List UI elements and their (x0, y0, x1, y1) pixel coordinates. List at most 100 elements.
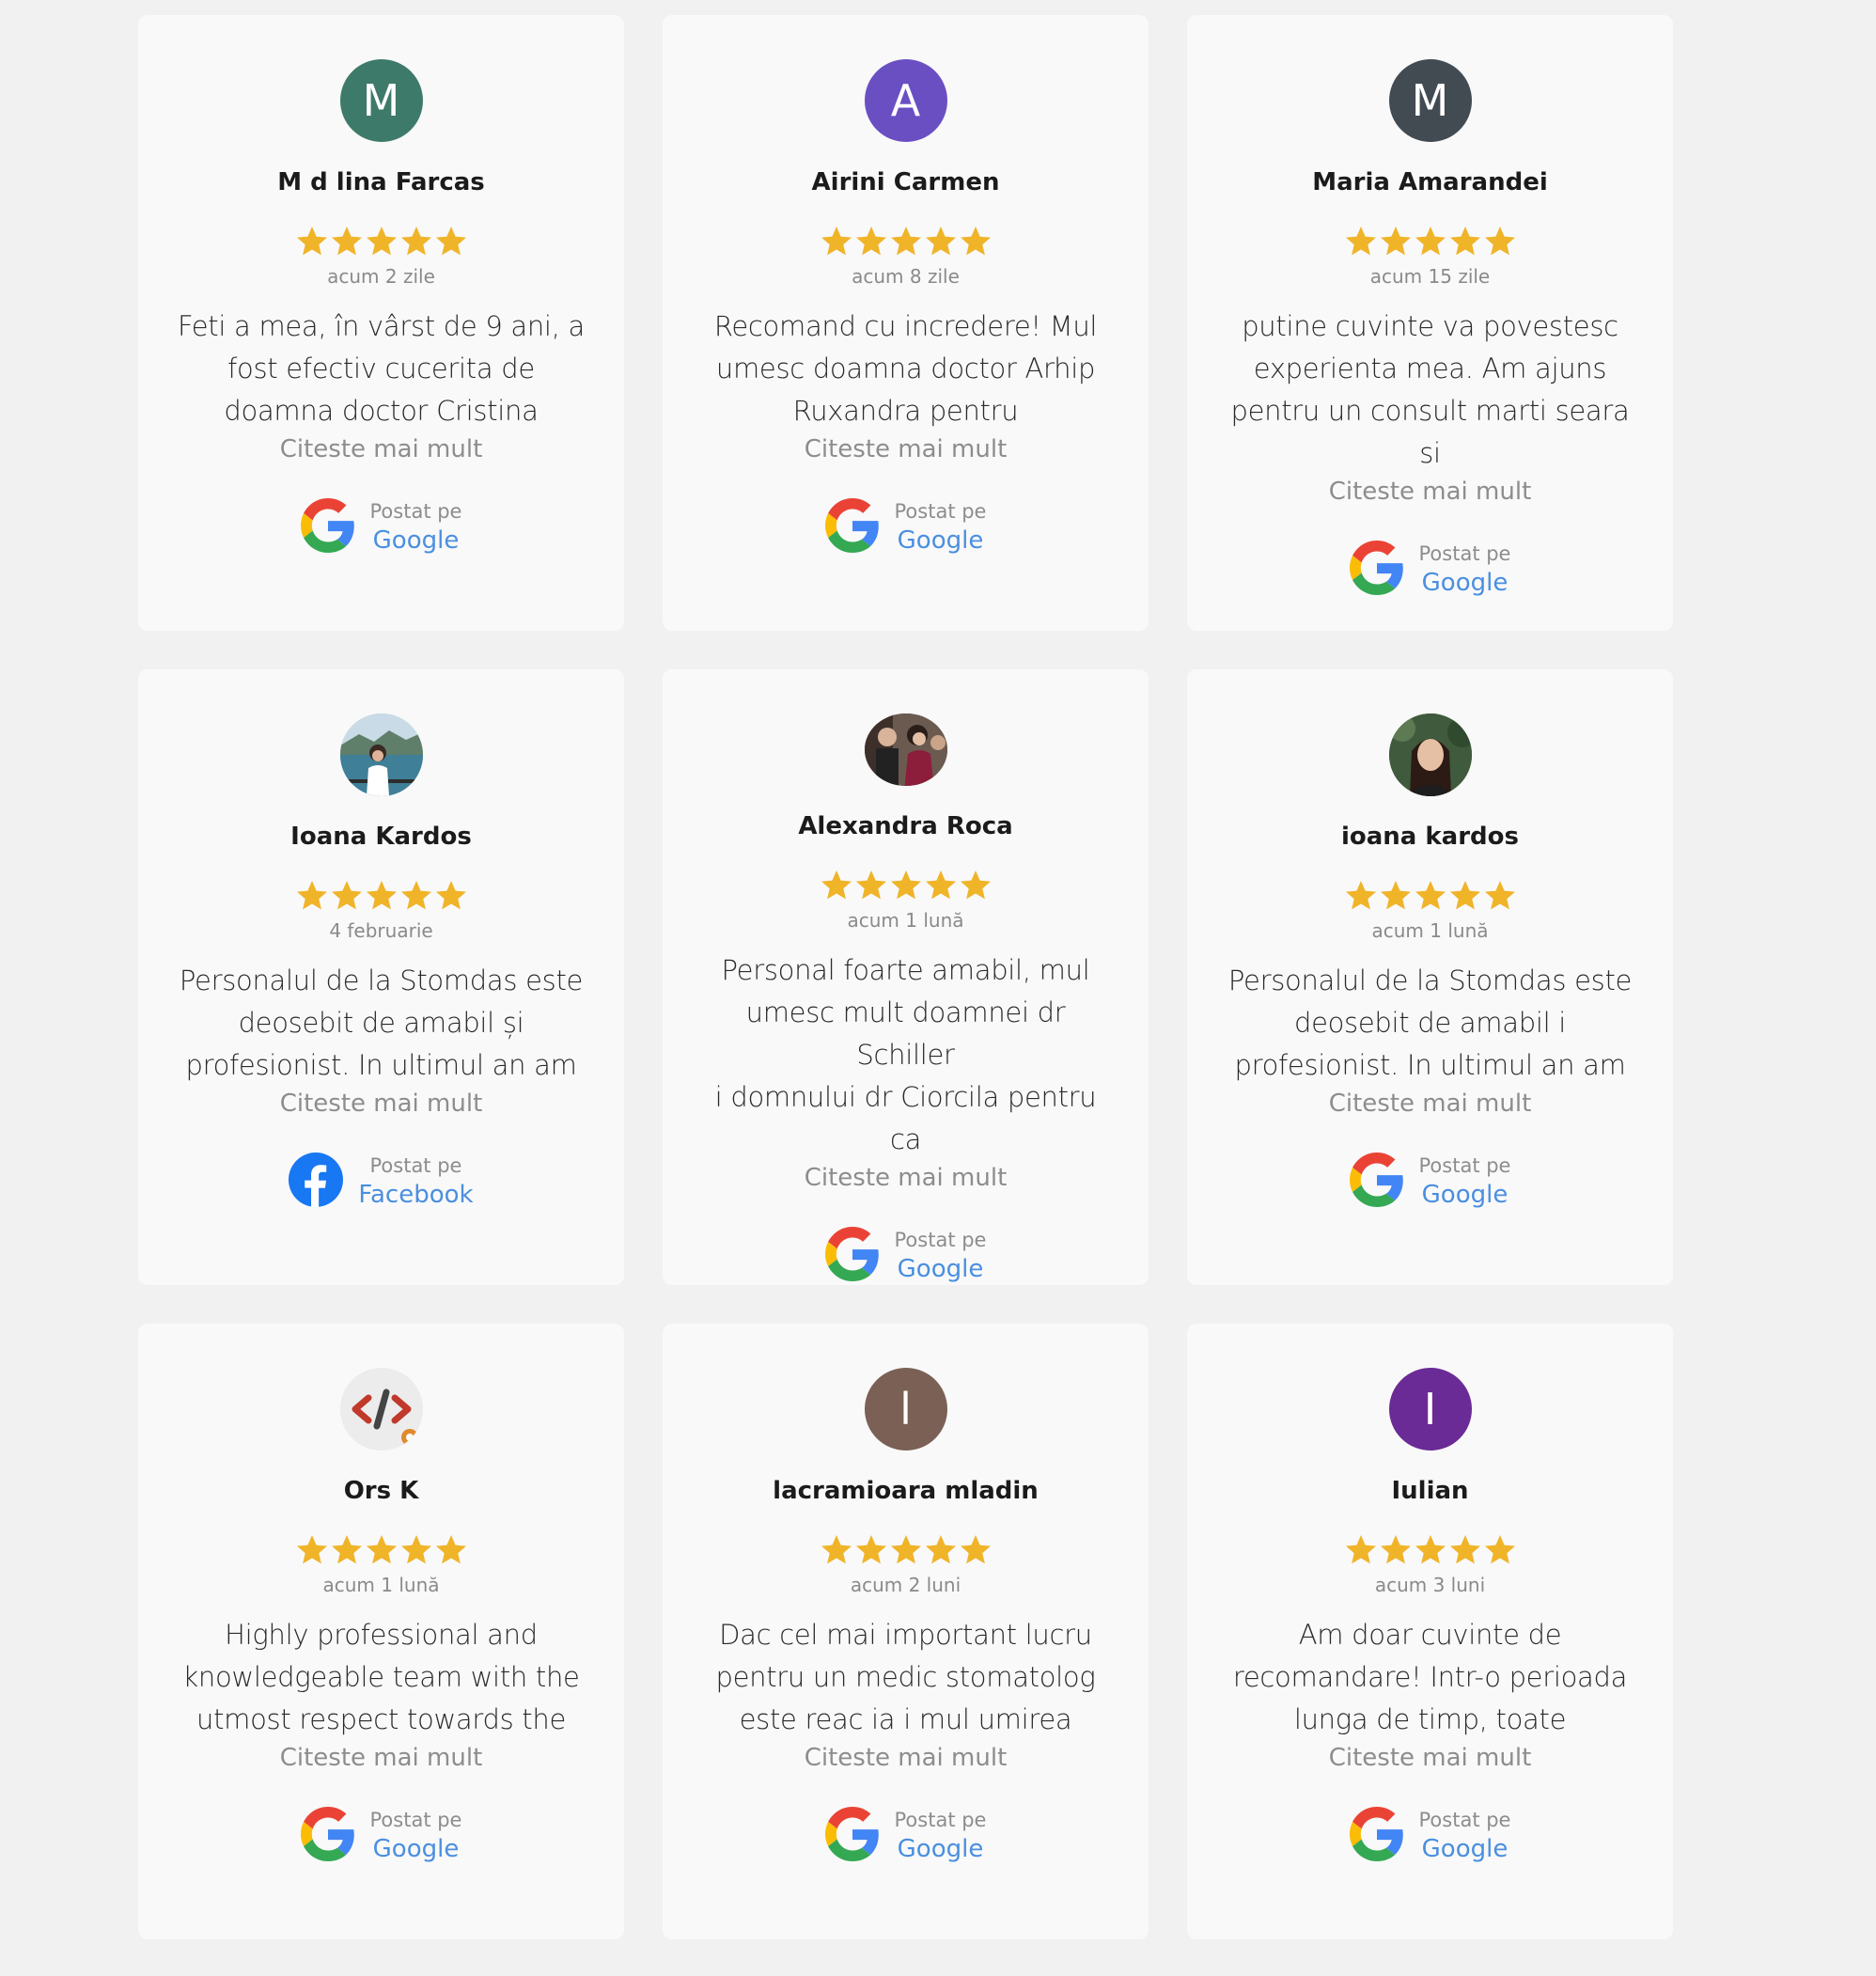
review-text: Recomand cu incredere! Mul umesc doamna d… (699, 306, 1113, 432)
star-rating (820, 1533, 993, 1567)
review-source[interactable]: Postat pe Google (1349, 1153, 1511, 1211)
review-date: acum 2 zile (327, 265, 435, 288)
review-source[interactable]: Postat pe Google (1349, 541, 1511, 599)
google-icon (1349, 541, 1403, 595)
source-icon (1349, 1807, 1404, 1865)
reviewer-name: Iulian (1391, 1477, 1469, 1505)
platform-link[interactable]: Google (373, 525, 460, 557)
star-icon (1380, 1535, 1411, 1564)
review-text-line: experienta mea. Am ajuns (1253, 353, 1607, 384)
review-text: Personalul de la Stomdas este deosebit de… (1224, 960, 1637, 1087)
review-date: acum 1 lună (1371, 919, 1489, 942)
star-icon (1484, 881, 1515, 910)
source-icon (1349, 1153, 1404, 1211)
read-more-link[interactable]: Citeste mai mult (805, 432, 1008, 466)
star-rating (1344, 879, 1517, 913)
review-date: acum 2 luni (850, 1574, 961, 1596)
star-icon (435, 227, 466, 256)
google-icon (824, 1807, 879, 1861)
review-text: Personal foarte amabil, mul umesc mult do… (699, 949, 1113, 1161)
read-more-link[interactable]: Citeste mai mult (280, 1741, 483, 1775)
read-more-link[interactable]: Citeste mai mult (1329, 475, 1532, 509)
star-icon (366, 227, 397, 256)
source-icon (1349, 541, 1404, 599)
star-icon (1484, 1535, 1515, 1564)
platform-link[interactable]: Google (898, 525, 984, 557)
source-icon (824, 1227, 880, 1285)
star-icon (1415, 227, 1446, 256)
review-text: Dac cel mai important lucru pentru un med… (699, 1614, 1113, 1741)
posted-on-label: Postat pe (1418, 1154, 1511, 1177)
read-more-link[interactable]: Citeste mai mult (805, 1741, 1008, 1775)
platform-link[interactable]: Google (1422, 1833, 1509, 1865)
reviewer-name: Ioana Kardos (290, 823, 472, 851)
review-source[interactable]: Postat pe Google (300, 1807, 462, 1865)
star-icon (925, 227, 956, 256)
star-icon (925, 1535, 956, 1564)
review-source[interactable]: Postat pe Google (824, 498, 986, 557)
star-icon (366, 1535, 397, 1564)
avatar: I (1388, 1368, 1472, 1451)
star-rating (1344, 225, 1517, 259)
read-more-link[interactable]: Citeste mai mult (1329, 1741, 1532, 1775)
star-rating (1344, 1533, 1517, 1567)
star-icon (1380, 227, 1411, 256)
star-icon (331, 1535, 362, 1564)
reviewer-name: Alexandra Roca (798, 812, 1013, 840)
review-card: l lacramioara mladin acum 2 luni Dac cel… (663, 1324, 1149, 1939)
review-text-line: fost efectiv cucerita de (227, 353, 535, 384)
review-text-line: utmost respect towards the (195, 1703, 566, 1735)
avatar (339, 1368, 423, 1451)
review-text-line: pentru un medic stomatolog (715, 1661, 1096, 1693)
review-text-line: profesionist. In ultimul an am (1234, 1049, 1626, 1081)
google-icon (1349, 1807, 1403, 1861)
avatar: M (339, 59, 423, 142)
review-text-line: i domnului dr Ciorcila pentru ca (714, 1081, 1097, 1155)
read-more-link[interactable]: Citeste mai mult (280, 432, 483, 466)
review-card: Ors K acum 1 lună Highly professional an… (138, 1324, 624, 1939)
review-source[interactable]: Postat pe Google (300, 498, 461, 557)
profile-photo-icon (864, 714, 947, 786)
read-more-link[interactable]: Citeste mai mult (1329, 1087, 1532, 1121)
review-text-line: Personalul de la Stomdas este (179, 964, 584, 996)
platform-link[interactable]: Facebook (358, 1179, 473, 1211)
posted-on-label: Postat pe (1418, 542, 1511, 565)
review-source[interactable]: Postat pe Google (1349, 1807, 1510, 1865)
platform-link[interactable]: Google (898, 1253, 984, 1285)
google-icon (1349, 1153, 1403, 1207)
review-source[interactable]: Postat pe Google (824, 1227, 987, 1285)
read-more-link[interactable]: Citeste mai mult (280, 1087, 483, 1121)
star-icon (366, 881, 397, 910)
platform-link[interactable]: Google (1422, 1179, 1509, 1211)
review-text-line: deosebit de amabil i (1293, 1007, 1567, 1039)
platform-link[interactable]: Google (1422, 567, 1509, 599)
review-text-line: Personal foarte amabil, mul (721, 954, 1090, 986)
reviewer-name: Ors K (343, 1477, 419, 1505)
star-icon (1345, 227, 1376, 256)
star-icon (1380, 881, 1411, 910)
star-icon (855, 227, 886, 256)
review-source[interactable]: Postat pe Google (824, 1807, 986, 1865)
star-icon (821, 870, 852, 900)
star-icon (1449, 1535, 1480, 1564)
review-text: Highly professional and knowledgeable tea… (175, 1614, 588, 1741)
star-icon (1449, 881, 1480, 910)
platform-link[interactable]: Google (898, 1833, 984, 1865)
star-icon (1415, 881, 1446, 910)
review-source[interactable]: Postat pe Facebook (289, 1153, 474, 1211)
posted-on-label: Postat pe (894, 1229, 987, 1251)
star-rating (820, 869, 993, 902)
google-icon (300, 1807, 354, 1861)
google-icon (300, 498, 354, 553)
avatar (339, 714, 423, 796)
posted-on-label: Postat pe (369, 1809, 462, 1831)
star-icon (925, 870, 956, 900)
platform-link[interactable]: Google (373, 1833, 460, 1865)
star-icon (331, 227, 362, 256)
review-date: 4 februarie (329, 919, 433, 942)
avatar (1388, 714, 1472, 796)
read-more-link[interactable]: Citeste mai mult (805, 1161, 1008, 1195)
avatar: M (1388, 59, 1472, 142)
star-icon (890, 870, 921, 900)
review-text-line: Ruxandra pentru (792, 395, 1019, 427)
